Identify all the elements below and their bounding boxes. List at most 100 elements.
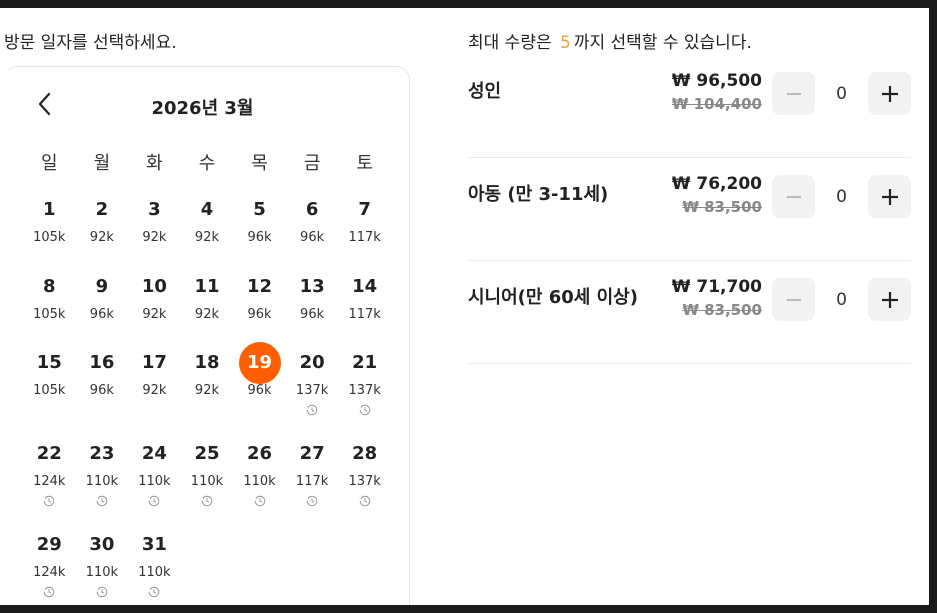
decrease-button[interactable] xyxy=(772,72,815,115)
original-price: ₩ 83,500 xyxy=(682,301,762,319)
price-box: ₩ 76,200 ₩ 83,500 xyxy=(672,172,762,218)
calendar-day[interactable]: 15 105k xyxy=(23,342,76,426)
day-number: 8 xyxy=(43,276,56,297)
plus-icon xyxy=(881,291,898,308)
calendar-day[interactable]: 26 110k xyxy=(233,433,286,517)
price-box: ₩ 96,500 ₩ 104,400 xyxy=(672,69,762,115)
increase-button[interactable] xyxy=(868,175,911,218)
day-price: 110k xyxy=(243,474,276,489)
minus-icon xyxy=(786,92,801,95)
calendar-day[interactable]: 17 92k xyxy=(128,342,181,426)
minus-icon xyxy=(786,298,801,301)
decrease-button[interactable] xyxy=(772,278,815,321)
day-number: 29 xyxy=(36,534,62,555)
calendar-day[interactable]: 20 137k xyxy=(286,342,339,426)
day-price: 105k xyxy=(33,307,66,322)
calendar-day[interactable]: 21 137k xyxy=(338,342,391,426)
day-price: 117k xyxy=(295,474,329,489)
calendar-day[interactable]: 29 124k xyxy=(23,524,76,605)
calendar-day[interactable]: 27 117k xyxy=(286,433,339,517)
calendar-day[interactable]: 8 105k xyxy=(23,266,76,350)
day-number: 25 xyxy=(194,443,220,464)
day-number: 1 xyxy=(43,199,56,220)
day-number: 22 xyxy=(36,443,62,464)
quantity-prompt-suffix: 까지 선택할 수 있습니다. xyxy=(573,33,752,53)
calendar-week: 29 124k 30 110k 31 110k xyxy=(23,524,391,605)
weekday-label: 월 xyxy=(93,153,111,174)
calendar-day[interactable]: 24 110k xyxy=(128,433,181,517)
original-price: ₩ 104,400 xyxy=(671,95,762,113)
weekday-label: 수 xyxy=(198,153,216,174)
day-price: 96k xyxy=(247,230,272,245)
clock-icon xyxy=(201,492,213,507)
day-price: 110k xyxy=(138,565,171,580)
current-price: ₩ 76,200 xyxy=(671,174,762,194)
calendar-day[interactable]: 9 96k xyxy=(76,266,129,350)
day-number: 6 xyxy=(305,199,319,220)
day-price: 92k xyxy=(142,383,167,398)
day-price: 96k xyxy=(300,307,325,322)
quantity-value: 0 xyxy=(836,84,847,104)
weekday-header: 일월화수목금토 xyxy=(23,149,391,175)
calendar-day[interactable]: 5 96k xyxy=(233,189,286,273)
calendar-day[interactable]: 7 117k xyxy=(338,189,391,273)
calendar-day[interactable]: 10 92k xyxy=(128,266,181,350)
day-number: 20 xyxy=(299,352,325,373)
day-price: 137k xyxy=(295,383,329,398)
clock-icon xyxy=(43,583,55,598)
weekday-label: 화 xyxy=(146,153,163,174)
clock-icon xyxy=(43,492,55,507)
calendar-day[interactable]: 11 92k xyxy=(181,266,234,350)
calendar-day[interactable]: 1 105k xyxy=(23,189,76,273)
clock-icon xyxy=(148,492,160,507)
plus-icon xyxy=(881,85,898,102)
day-number: 28 xyxy=(352,443,378,464)
day-price: 96k xyxy=(89,307,114,322)
day-price: 110k xyxy=(138,474,171,489)
calendar-day[interactable]: 14 117k xyxy=(338,266,391,350)
calendar-day[interactable]: 6 96k xyxy=(286,189,339,273)
day-number: 23 xyxy=(89,443,115,464)
weekday-label: 일 xyxy=(41,153,58,174)
calendar-day[interactable]: 31 110k xyxy=(128,524,181,605)
calendar-day[interactable]: 12 96k xyxy=(233,266,286,350)
day-number: 27 xyxy=(299,443,325,464)
minus-icon xyxy=(786,195,801,198)
max-quantity: 5 xyxy=(560,33,571,53)
calendar-day[interactable]: 25 110k xyxy=(181,433,234,517)
day-price: 92k xyxy=(142,230,167,245)
decrease-button[interactable] xyxy=(772,175,815,218)
calendar-day[interactable]: 22 124k xyxy=(23,433,76,517)
weekday-label: 금 xyxy=(303,153,321,174)
calendar-day[interactable]: 28 137k xyxy=(338,433,391,517)
calendar-day[interactable]: 16 96k xyxy=(76,342,129,426)
ticket-name: 시니어(만 60세 이상) xyxy=(468,287,638,308)
day-price: 110k xyxy=(85,565,119,580)
calendar-day[interactable]: 13 96k xyxy=(286,266,339,350)
clock-icon xyxy=(96,492,108,507)
day-number: 5 xyxy=(253,199,266,220)
plus-icon xyxy=(881,188,898,205)
calendar-day[interactable]: 4 92k xyxy=(181,189,234,273)
increase-button[interactable] xyxy=(868,72,911,115)
original-price: ₩ 83,500 xyxy=(682,198,762,216)
day-price: 124k xyxy=(33,565,66,580)
calendar-day[interactable]: 2 92k xyxy=(76,189,129,273)
ticket-name: 성인 xyxy=(468,81,502,102)
day-number: 14 xyxy=(352,276,378,297)
calendar-day[interactable]: 23 110k xyxy=(76,433,129,517)
calendar-week: 1 105k 2 92k 3 92k 4 92k 5 96k 6 96k 7 117k xyxy=(23,189,391,273)
day-price: 117k xyxy=(348,230,381,245)
increase-button[interactable] xyxy=(868,278,911,321)
calendar-day[interactable]: 18 92k xyxy=(181,342,234,426)
day-number: 17 xyxy=(141,352,167,373)
clock-icon xyxy=(306,401,318,416)
day-number: 15 xyxy=(36,352,62,373)
calendar-day[interactable]: 30 110k xyxy=(76,524,129,605)
calendar-day[interactable]: 19 96k xyxy=(233,342,286,426)
calendar-day[interactable]: 3 92k xyxy=(128,189,181,273)
day-price: 137k xyxy=(348,474,381,489)
day-number: 18 xyxy=(194,352,220,373)
day-price: 92k xyxy=(194,230,219,245)
quantity-value: 0 xyxy=(836,290,847,310)
